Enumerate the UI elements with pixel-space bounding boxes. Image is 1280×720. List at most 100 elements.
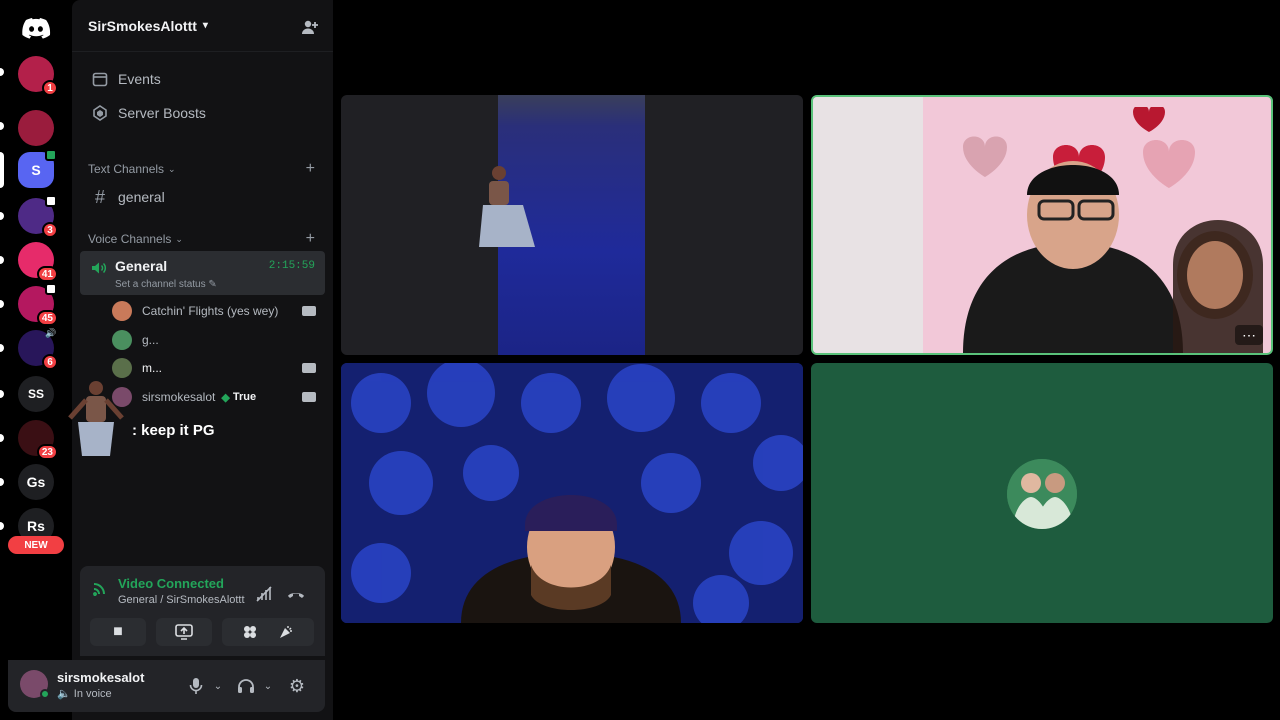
calendar-icon [90, 69, 110, 89]
voice-channel-name: General [115, 258, 168, 274]
connection-channel[interactable]: General / SirSmokesAlottt [118, 594, 245, 606]
boost-icon [90, 103, 110, 123]
video-camera-icon: ■ [113, 623, 123, 640]
video-tile-4[interactable] [811, 363, 1273, 623]
mic-options-chevron-icon[interactable]: ⌄ [208, 676, 228, 696]
server-icon-ss[interactable]: SS [18, 376, 54, 412]
screen-share-button[interactable] [156, 618, 212, 646]
user-status-label: In voice [73, 688, 112, 700]
server-initial: Rs [27, 518, 45, 534]
new-badge: NEW [8, 536, 64, 554]
server-icon-9[interactable]: 23 [18, 420, 58, 460]
video-tile-1[interactable] [341, 95, 803, 355]
channel-status-label: Set a channel status [115, 279, 206, 290]
activities-rocket-icon [244, 626, 256, 638]
discord-logo-icon[interactable] [20, 12, 52, 44]
server-icon-gs[interactable]: Gs [18, 464, 54, 500]
selected-pill [0, 152, 4, 188]
server-initial: Gs [26, 474, 46, 490]
chevron-down-icon: ⌄ [168, 163, 176, 174]
speaker-indicator-icon: 🔊 [45, 328, 57, 338]
camera-icon [302, 392, 316, 402]
gem-icon: ◆ [221, 391, 230, 404]
mention-badge: 41 [36, 266, 58, 282]
user-voice-status: 🔈 In voice [57, 687, 112, 700]
channel-status-prompt[interactable]: Set a channel status ✎ [115, 279, 217, 290]
unread-pill [0, 300, 4, 308]
mention-badge: 45 [36, 310, 58, 326]
soundboard-button[interactable] [258, 618, 314, 646]
avatar [112, 330, 132, 350]
person-video-image [963, 161, 1263, 353]
speaker-icon: 🔈 [57, 688, 71, 700]
unread-pill [0, 434, 4, 442]
avatar [112, 358, 132, 378]
camera-icon [302, 363, 316, 373]
channel-general-text[interactable]: # general [80, 181, 325, 213]
server-icon-4[interactable]: 3 [18, 195, 58, 238]
server-boosts-link[interactable]: Server Boosts [80, 97, 325, 129]
noise-suppression-icon[interactable] [254, 584, 274, 604]
server-icon-current[interactable]: S [18, 149, 57, 188]
events-link[interactable]: Events [80, 63, 325, 95]
events-label: Events [118, 71, 161, 87]
member-tag-label: True [232, 391, 257, 403]
category-label: Voice Channels [88, 232, 172, 246]
mention-badge: 23 [36, 444, 58, 460]
audio-options-chevron-icon[interactable]: ⌄ [258, 676, 278, 696]
member-name: sirsmokesalot [142, 390, 216, 404]
headphones-icon[interactable] [236, 676, 256, 696]
voice-member[interactable]: g... [112, 328, 322, 352]
disconnect-icon[interactable] [286, 584, 306, 604]
server-icon-1[interactable]: 1 [18, 56, 58, 96]
participant-avatar [1007, 459, 1077, 529]
screen-share-icon [175, 624, 193, 640]
server-icon-2[interactable] [18, 110, 54, 146]
server-header[interactable]: SirSmokesAlottt ▾ [72, 0, 333, 52]
signal-strength-icon[interactable] [92, 580, 110, 596]
server-name: SirSmokesAlottt [88, 17, 197, 34]
online-status-dot [40, 689, 50, 699]
add-member-icon[interactable] [301, 18, 319, 36]
member-name: g... [142, 333, 159, 347]
username[interactable]: sirsmokesalot [57, 670, 144, 685]
soundboard-icon [280, 626, 292, 638]
server-initial: SS [27, 387, 44, 401]
voice-channel-general[interactable]: General 2:15:59 Set a channel status ✎ [80, 251, 325, 295]
server-icon-5[interactable]: 41 [18, 242, 58, 282]
dancer-overlay-image [68, 381, 124, 456]
voice-member[interactable]: sirsmokesalot ◆ True [112, 385, 322, 409]
speaker-icon [92, 262, 106, 274]
chevron-down-icon: ▾ [202, 20, 208, 31]
voice-member[interactable]: Catchin' Flights (yes wey) [112, 299, 322, 323]
server-rail: 1 S 3 41 45 🔊 6 SS 23 Gs Rs NEW [0, 0, 72, 720]
camera-button[interactable]: ■ [90, 618, 146, 646]
server-initial: S [31, 162, 41, 178]
chat-indicator-icon [45, 149, 57, 161]
dancer-figure-image [479, 166, 535, 247]
chevron-down-icon: ⌄ [175, 233, 183, 244]
video-tile-3[interactable] [341, 363, 803, 623]
server-icon-7[interactable]: 🔊 6 [18, 328, 58, 370]
connection-status[interactable]: Video Connected [118, 576, 224, 591]
settings-gear-icon[interactable]: ⚙ [287, 676, 307, 696]
member-name: m... [142, 361, 162, 375]
voice-timer: 2:15:59 [268, 260, 315, 272]
member-tag: ◆ True [221, 391, 256, 404]
unread-pill [0, 68, 4, 76]
server-icon-6[interactable]: 45 [18, 283, 58, 326]
microphone-icon[interactable] [186, 676, 206, 696]
hashtag-icon: # [94, 186, 105, 207]
create-channel-plus-icon[interactable]: + [306, 160, 315, 178]
text-channels-category[interactable]: Text Channels ⌄ [88, 162, 176, 176]
unread-pill [0, 212, 4, 220]
category-label: Text Channels [88, 162, 165, 176]
voice-member[interactable]: m... [112, 356, 322, 380]
more-options-icon[interactable]: ⋯ [1235, 325, 1263, 345]
create-voice-channel-plus-icon[interactable]: + [306, 230, 315, 248]
unread-pill [0, 256, 4, 264]
video-tile-2[interactable]: ⋯ [811, 95, 1273, 355]
user-panel: sirsmokesalot 🔈 In voice ⌄ ⌄ ⚙ [8, 660, 325, 712]
overlay-chat-text: : keep it PG [132, 422, 215, 439]
voice-channels-category[interactable]: Voice Channels ⌄ [88, 232, 183, 246]
